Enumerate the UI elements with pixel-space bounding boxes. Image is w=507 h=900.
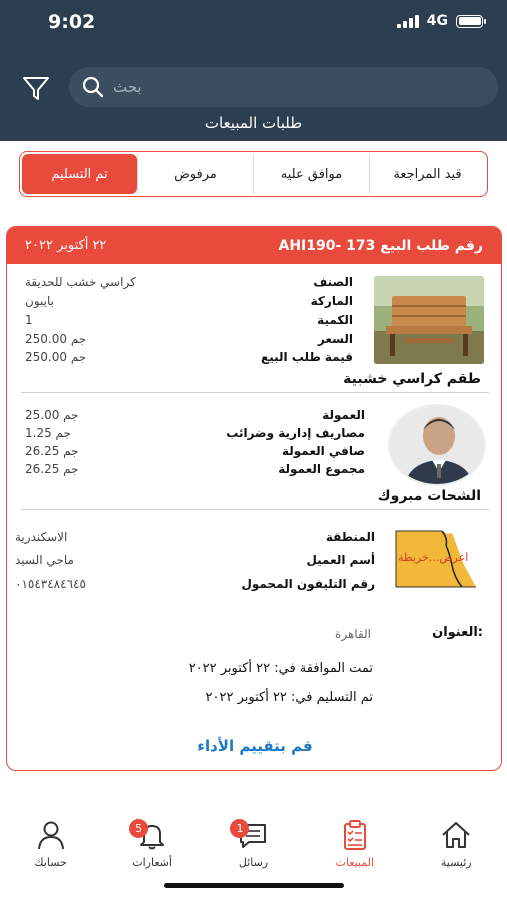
field-row-net-commission: جم 26.25 صافي العمولة: [25, 444, 365, 458]
product-caption: طقم كراسي خشبية: [343, 371, 481, 387]
field-row-customer-name: ماجي السيد أسم العميل: [15, 553, 375, 567]
field-value: كراسي خشب للحديقة: [25, 275, 136, 289]
field-label: العمولة: [322, 408, 365, 422]
field-value: جم 250.00: [25, 350, 87, 364]
app-header: 9:02 4G طلبات المبيعات: [0, 0, 507, 141]
product-image[interactable]: [374, 276, 484, 364]
field-label: الماركة: [310, 294, 353, 308]
nav-account[interactable]: حسابك: [6, 808, 96, 878]
search-icon: [82, 76, 104, 98]
tab-rejected[interactable]: مرفوض: [137, 154, 253, 194]
field-row-quantity: 1 الكمية: [25, 313, 353, 327]
nav-messages[interactable]: 1 رسائل: [208, 808, 298, 878]
address-value: القاهرة: [335, 627, 371, 641]
map-thumbnail[interactable]: اعرض...خريطة: [392, 525, 480, 595]
field-value: جم 25.00: [25, 408, 79, 422]
field-row-mobile: ٠١٥٤٣٤٨٤٦٤٥ رقم التليفون المحمول: [15, 577, 375, 591]
order-date: ٢٢ أكتوبر ٢٠٢٢: [25, 238, 107, 253]
field-value: ٠١٥٤٣٤٨٤٦٤٥: [15, 577, 86, 591]
filter-icon[interactable]: [20, 72, 52, 104]
nav-notifications[interactable]: 5 أشعارات: [107, 808, 197, 878]
nav-label: حسابك: [34, 856, 67, 869]
field-label: مصاريف إدارية وضرائب: [226, 426, 365, 440]
nav-label: أشعارات: [132, 856, 172, 869]
clipboard-icon: [343, 820, 366, 850]
tab-delivered[interactable]: تم التسليم: [22, 154, 137, 194]
field-value: بايبون: [25, 294, 54, 308]
bottom-nav: رئيسية المبيعات 1 رسائل 5 أشعارات حسابك: [0, 808, 507, 878]
nav-sales[interactable]: المبيعات: [310, 808, 400, 878]
home-indicator: [164, 883, 344, 888]
field-row-region: الاسكندرية المنطقة: [15, 530, 375, 544]
rate-performance-link[interactable]: قم بتقييم الأداء: [7, 737, 501, 755]
page-title: طلبات المبيعات: [204, 114, 303, 132]
nav-label: المبيعات: [335, 856, 375, 869]
field-row-brand: بايبون الماركة: [25, 294, 353, 308]
status-time: 9:02: [48, 11, 96, 33]
search-input[interactable]: [113, 75, 483, 99]
field-row-commission: جم 25.00 العمولة: [25, 408, 365, 422]
notifications-badge: 5: [129, 819, 149, 838]
status-indicators: 4G: [396, 13, 486, 29]
field-value: جم 1.25: [25, 426, 71, 440]
user-icon: [37, 821, 64, 850]
agent-caption: الشحات مبروك: [377, 488, 481, 504]
search-bar[interactable]: [69, 67, 498, 107]
field-row-price: جم 250.00 السعر: [25, 332, 353, 346]
field-row-category: كراسي خشب للحديقة الصنف: [25, 275, 353, 289]
field-value: 1: [25, 313, 33, 327]
field-value: جم 250.00: [25, 332, 87, 346]
network-type: 4G: [426, 13, 448, 29]
delivered-date: تم التسليم في: ٢٢ أكتوبر ٢٠٢٢: [205, 690, 373, 705]
field-row-fees: جم 1.25 مصاريف إدارية وضرائب: [25, 426, 365, 440]
order-number: رقم طلب البيع 173 -AHI190: [278, 237, 483, 254]
order-card-header: رقم طلب البيع 173 -AHI190 ٢٢ أكتوبر ٢٠٢٢: [7, 227, 501, 264]
approved-date: تمت الموافقة في: ٢٢ أكتوبر ٢٠٢٢: [188, 661, 373, 676]
agent-avatar[interactable]: [388, 404, 486, 486]
sales-order-screen: 9:02 4G طلبات المبيعات قيد المراجعة مواف…: [0, 0, 507, 900]
field-label: المنطقة: [325, 530, 375, 544]
map-label: اعرض...خريطة: [398, 551, 469, 564]
nav-label: رسائل: [238, 856, 269, 869]
section-divider: [21, 509, 489, 510]
nav-home[interactable]: رئيسية: [411, 808, 501, 878]
battery-icon: [456, 14, 486, 28]
nav-label: رئيسية: [440, 856, 472, 869]
field-row-order-value: جم 250.00 قيمة طلب البيع: [25, 350, 353, 364]
field-label: رقم التليفون المحمول: [241, 577, 375, 591]
field-label: أسم العميل: [306, 553, 375, 567]
tab-approved[interactable]: موافق عليه: [253, 154, 369, 194]
field-label: صافي العمولة: [281, 444, 365, 458]
section-divider: [21, 392, 489, 393]
signal-icon: [396, 14, 419, 28]
field-label: السعر: [317, 332, 353, 346]
field-label: قيمة طلب البيع: [261, 350, 353, 364]
address-label: العنوان:: [432, 625, 483, 640]
tab-under-review[interactable]: قيد المراجعة: [369, 154, 485, 194]
field-value: جم 26.25: [25, 462, 79, 476]
field-label: الكمية: [317, 313, 353, 327]
field-value: جم 26.25: [25, 444, 79, 458]
field-label: الصنف: [313, 275, 353, 289]
order-card: رقم طلب البيع 173 -AHI190 ٢٢ أكتوبر ٢٠٢٢…: [6, 226, 502, 771]
home-icon: [442, 822, 470, 848]
field-value: الاسكندرية: [15, 530, 68, 544]
field-label: مجموع العمولة: [278, 462, 365, 476]
status-tabs: قيد المراجعة موافق عليه مرفوض تم التسليم: [19, 151, 488, 197]
field-row-total-commission: جم 26.25 مجموع العمولة: [25, 462, 365, 476]
field-value: ماجي السيد: [15, 553, 74, 567]
